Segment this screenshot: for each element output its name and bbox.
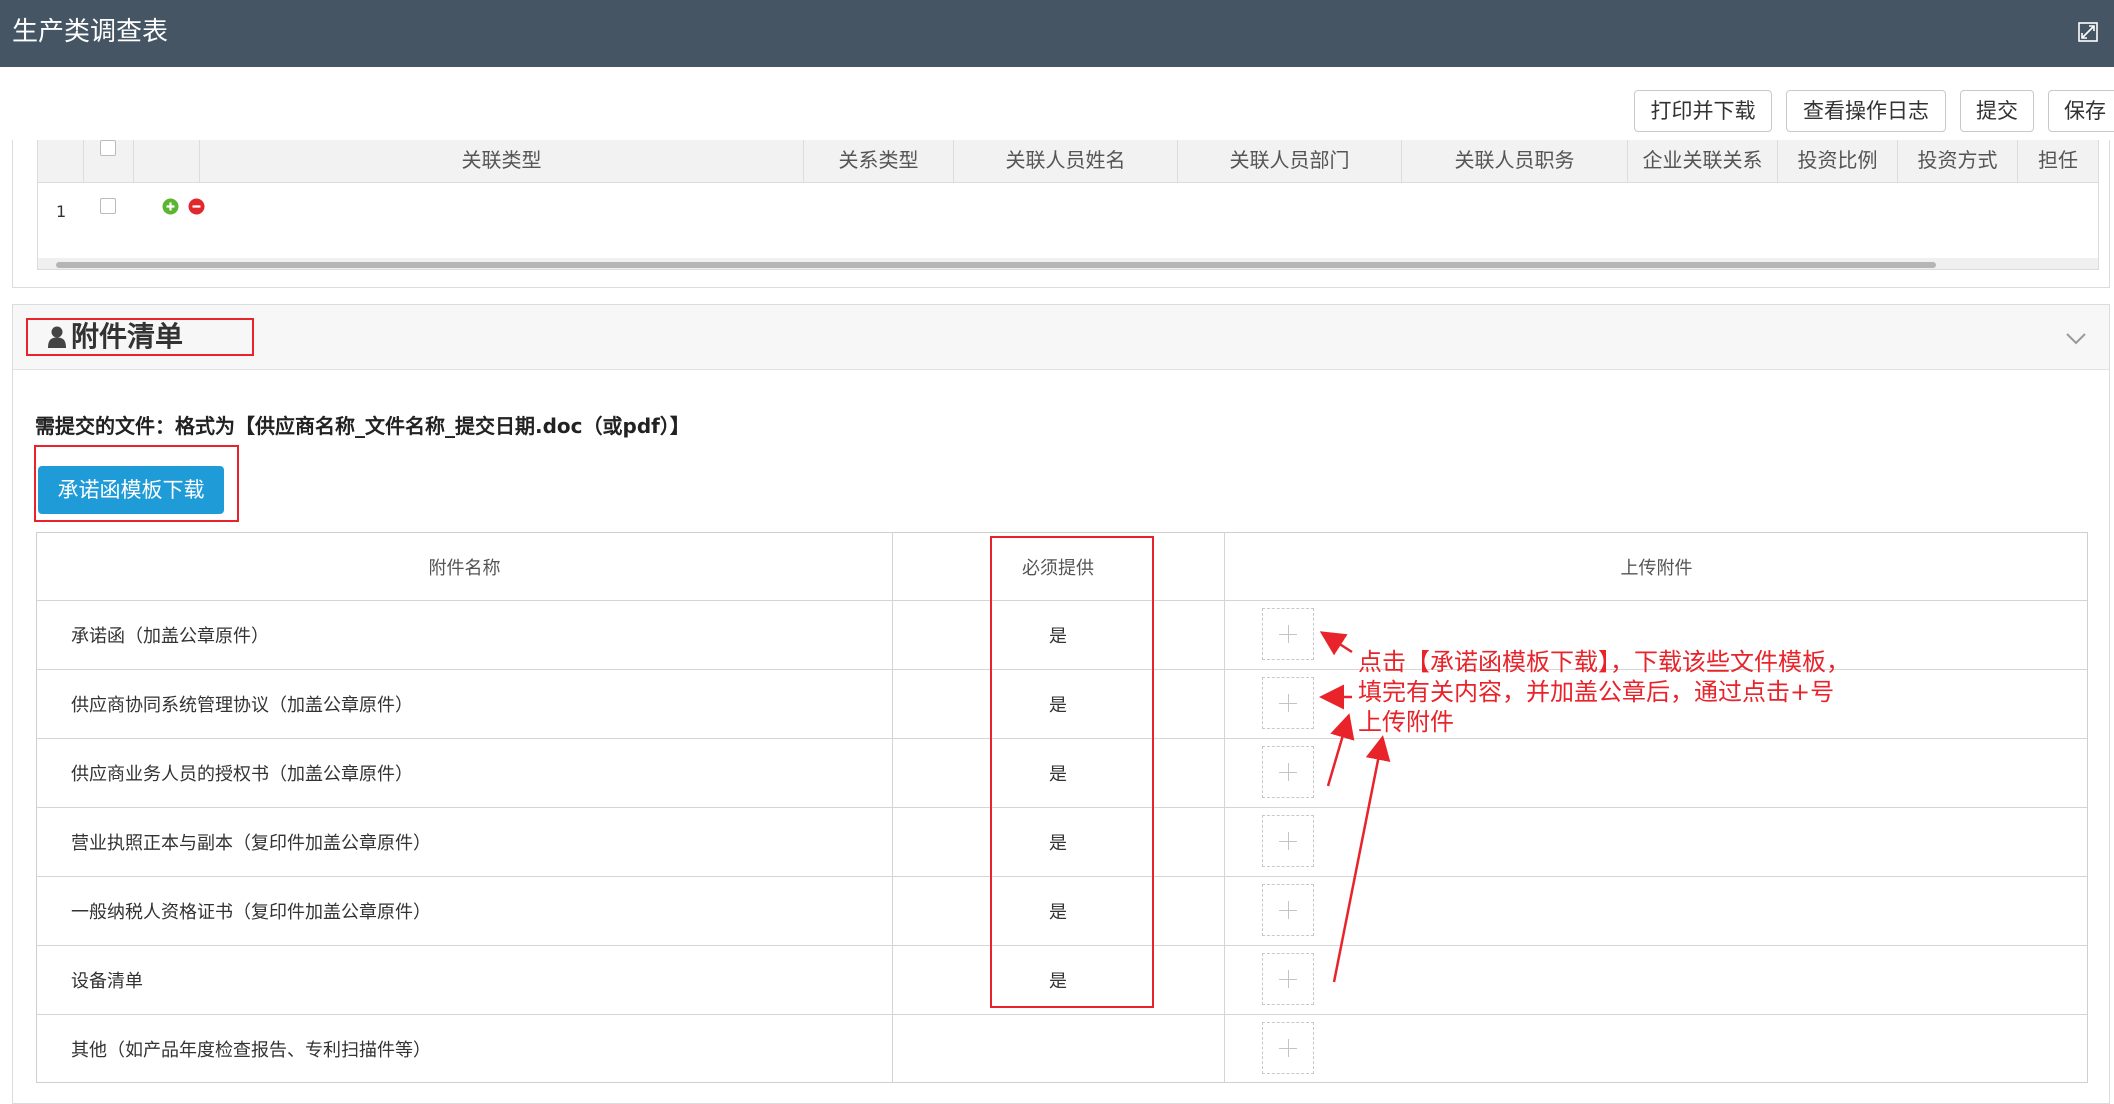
attachment-name: 承诺函（加盖公章原件） — [71, 626, 269, 647]
upload-plus-icon[interactable] — [1262, 815, 1314, 867]
highlight-box-required-column — [990, 536, 1154, 1008]
row-number: 1 — [56, 202, 67, 221]
expand-icon[interactable] — [2076, 20, 2100, 44]
horizontal-scrollbar-thumb[interactable] — [56, 262, 1936, 268]
relation-panel: 关联类型 关系类型 关联人员姓名 关联人员部门 关联人员职务 企业关联关系 投资… — [12, 140, 2110, 288]
upload-plus-icon[interactable] — [1262, 953, 1314, 1005]
annotation-text-line: 点击【承诺函模板下载】，下载该些文件模板， — [1358, 648, 1850, 676]
table-row: 其他（如产品年度检查报告、专利扫描件等） — [37, 1015, 2087, 1082]
attachment-name: 其他（如产品年度检查报告、专利扫描件等） — [71, 1039, 431, 1061]
upload-plus-icon[interactable] — [1262, 746, 1314, 798]
requirement-text: 需提交的文件：格式为【供应商名称_文件名称_提交日期.doc（或pdf）】 — [35, 414, 690, 438]
highlight-box-download-button — [34, 445, 239, 522]
column-header[interactable]: 关联人员部门 — [1178, 140, 1402, 182]
annotation-text-line: 填完有关内容，并加盖公章后，通过点击+号 — [1358, 678, 1835, 706]
row-number-header — [38, 140, 84, 182]
window-title: 生产类调查表 — [12, 17, 169, 47]
highlight-box-section-title — [26, 318, 254, 356]
column-header[interactable]: 关联人员职务 — [1402, 140, 1628, 182]
attachment-name: 供应商业务人员的授权书（加盖公章原件） — [71, 764, 413, 785]
view-log-button[interactable]: 查看操作日志 — [1786, 90, 1946, 132]
upload-plus-icon[interactable] — [1262, 884, 1314, 936]
upload-plus-icon[interactable] — [1262, 1022, 1314, 1074]
column-header: 附件名称 — [428, 557, 501, 579]
minus-circle-icon[interactable] — [188, 198, 205, 215]
select-all-cell — [84, 140, 134, 182]
plus-circle-icon[interactable] — [162, 198, 179, 215]
save-button[interactable]: 保存 — [2048, 90, 2114, 132]
column-header[interactable]: 关系类型 — [804, 140, 954, 182]
submit-button[interactable]: 提交 — [1960, 90, 2034, 132]
column-header[interactable]: 关联人员姓名 — [954, 140, 1178, 182]
chevron-down-icon[interactable] — [2063, 325, 2089, 351]
attachment-name: 设备清单 — [71, 971, 143, 992]
column-header[interactable]: 投资方式 — [1898, 140, 2018, 182]
column-divider — [1224, 533, 1225, 1082]
row-checkbox[interactable] — [100, 198, 116, 214]
upload-plus-icon[interactable] — [1262, 677, 1314, 729]
print-download-button[interactable]: 打印并下载 — [1634, 90, 1772, 132]
column-header[interactable]: 关联类型 — [200, 140, 804, 182]
column-divider — [892, 533, 893, 1082]
attachment-name: 供应商协同系统管理协议（加盖公章原件） — [71, 695, 413, 716]
annotation-text-line: 上传附件 — [1358, 708, 1454, 736]
actions-header — [134, 140, 200, 182]
upload-plus-icon[interactable] — [1262, 608, 1314, 660]
column-header: 上传附件 — [1620, 557, 1693, 579]
select-all-checkbox[interactable] — [100, 140, 116, 156]
column-header[interactable]: 担任 — [2018, 140, 2098, 182]
relation-table: 关联类型 关系类型 关联人员姓名 关联人员部门 关联人员职务 企业关联关系 投资… — [37, 140, 2099, 270]
window-titlebar: 生产类调查表 — [0, 0, 2114, 67]
required-value — [892, 1015, 1224, 1082]
attachments-header[interactable]: 附件清单 — [13, 305, 2109, 370]
relation-table-header: 关联类型 关系类型 关联人员姓名 关联人员部门 关联人员职务 企业关联关系 投资… — [38, 140, 2098, 183]
column-header[interactable]: 投资比例 — [1778, 140, 1898, 182]
attachment-name: 营业执照正本与副本（复印件加盖公章原件） — [71, 833, 431, 854]
attachment-name: 一般纳税人资格证书（复印件加盖公章原件） — [71, 902, 431, 923]
column-header[interactable]: 企业关联关系 — [1628, 140, 1778, 182]
